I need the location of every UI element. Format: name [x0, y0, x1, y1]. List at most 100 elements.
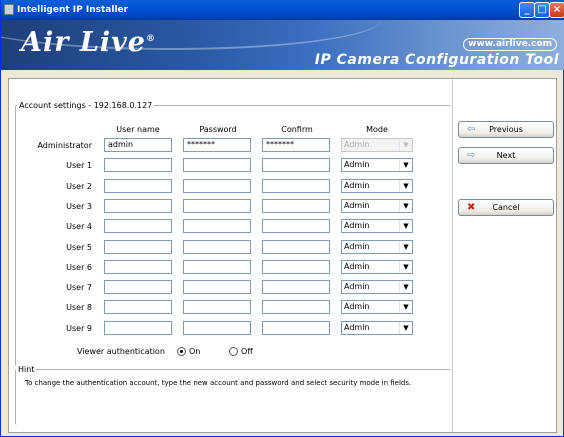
mode-select[interactable]: Admin ▼	[341, 199, 413, 213]
mode-select-value: Admin	[344, 323, 370, 332]
confirm-field[interactable]	[262, 321, 330, 335]
username-field[interactable]	[104, 240, 172, 254]
password-field[interactable]	[183, 219, 251, 233]
viewer-auth-on-radio[interactable]	[177, 347, 186, 356]
username-field[interactable]	[104, 219, 172, 233]
row-label: User 3	[66, 202, 92, 211]
row-label: User 8	[66, 303, 92, 312]
app-icon	[4, 4, 14, 15]
confirm-field[interactable]	[262, 158, 330, 172]
previous-button-label: Previous	[489, 125, 523, 134]
username-field[interactable]	[104, 321, 172, 335]
chevron-down-icon: ▼	[399, 281, 412, 293]
confirm-field[interactable]	[262, 199, 330, 213]
row-label: User 4	[66, 222, 92, 231]
password-field[interactable]	[183, 260, 251, 274]
next-button[interactable]: ⇨ Next	[458, 147, 554, 164]
account-settings-legend: Account settings - 192.168.0.127	[19, 101, 153, 110]
chevron-down-icon: ▼	[399, 200, 412, 212]
mode-select-value: Admin	[344, 160, 370, 169]
website-link: www.airlive.com	[463, 38, 557, 51]
maximize-button[interactable]: □	[534, 2, 550, 18]
cancel-button-label: Cancel	[492, 203, 520, 212]
chevron-down-icon: ▼	[399, 139, 412, 151]
viewer-auth-on-label[interactable]: On	[189, 347, 200, 356]
column-header-password: Password	[199, 125, 237, 134]
username-field[interactable]	[104, 199, 172, 213]
password-field[interactable]	[183, 199, 251, 213]
mode-select-value: Admin	[344, 221, 370, 230]
installer-window: Intelligent IP Installer _ □ × Air Live®…	[0, 0, 564, 437]
mode-select[interactable]: Admin ▼	[341, 260, 413, 274]
previous-button[interactable]: ⇦ Previous	[458, 121, 554, 138]
mode-select: Admin ▼	[341, 138, 413, 152]
row-label: User 6	[66, 263, 92, 272]
mode-select-value: Admin	[344, 282, 370, 291]
viewer-auth-off-label[interactable]: Off	[241, 347, 253, 356]
password-field[interactable]	[183, 158, 251, 172]
title-bar[interactable]: Intelligent IP Installer _ □ ×	[1, 0, 564, 20]
confirm-field[interactable]	[262, 240, 330, 254]
mode-select[interactable]: Admin ▼	[341, 280, 413, 294]
row-label: User 9	[66, 324, 92, 333]
chevron-down-icon: ▼	[399, 261, 412, 273]
cancel-button[interactable]: ✖ Cancel	[458, 199, 554, 216]
airlive-logo: Air Live®	[21, 27, 156, 58]
mode-select-value: Admin	[344, 201, 370, 210]
chevron-down-icon: ▼	[399, 301, 412, 313]
password-field[interactable]: *******	[183, 138, 251, 152]
chevron-down-icon: ▼	[399, 159, 412, 171]
confirm-field[interactable]	[262, 179, 330, 193]
username-field[interactable]	[104, 179, 172, 193]
chevron-down-icon: ▼	[399, 241, 412, 253]
minimize-button[interactable]: _	[519, 2, 535, 18]
row-label: User 5	[66, 243, 92, 252]
password-field[interactable]	[183, 321, 251, 335]
password-field[interactable]	[183, 179, 251, 193]
confirm-field[interactable]	[262, 280, 330, 294]
column-header-confirm: Confirm	[281, 125, 313, 134]
arrow-right-icon: ⇨	[467, 150, 476, 161]
arrow-left-icon: ⇦	[467, 124, 476, 135]
confirm-field[interactable]	[262, 219, 330, 233]
row-label: User 7	[66, 283, 92, 292]
username-field[interactable]: admin	[104, 138, 172, 152]
mode-select-value: Admin	[344, 242, 370, 251]
mode-select[interactable]: Admin ▼	[341, 300, 413, 314]
confirm-field[interactable]: *******	[262, 138, 330, 152]
password-field[interactable]	[183, 280, 251, 294]
viewer-auth-off-radio[interactable]	[229, 347, 238, 356]
column-header-mode: Mode	[366, 125, 388, 134]
mode-select-value: Admin	[344, 140, 370, 149]
row-label: User 2	[66, 182, 92, 191]
mode-select[interactable]: Admin ▼	[341, 240, 413, 254]
hint-text: To change the authentication account, ty…	[25, 379, 412, 387]
confirm-field[interactable]	[262, 300, 330, 314]
username-field[interactable]	[104, 300, 172, 314]
chevron-down-icon: ▼	[399, 220, 412, 232]
mode-select[interactable]: Admin ▼	[341, 219, 413, 233]
close-button[interactable]: ×	[549, 2, 564, 18]
confirm-field[interactable]	[262, 260, 330, 274]
window-title: Intelligent IP Installer	[17, 5, 129, 15]
hint-legend: Hint	[18, 365, 35, 374]
mode-select[interactable]: Admin ▼	[341, 179, 413, 193]
column-header-username: User name	[116, 125, 160, 134]
password-field[interactable]	[183, 240, 251, 254]
username-field[interactable]	[104, 280, 172, 294]
username-field[interactable]	[104, 260, 172, 274]
brand-banner: Air Live® www.airlive.com IP Camera Conf…	[1, 20, 564, 70]
password-field[interactable]	[183, 300, 251, 314]
mode-select[interactable]: Admin ▼	[341, 321, 413, 335]
mode-select-value: Admin	[344, 302, 370, 311]
viewer-auth-label: Viewer authentication	[77, 347, 165, 356]
mode-select-value: Admin	[344, 262, 370, 271]
hint-group: Hint	[15, 365, 451, 425]
row-label: User 1	[66, 161, 92, 170]
mode-select[interactable]: Admin ▼	[341, 158, 413, 172]
panel-divider	[452, 79, 453, 432]
username-field[interactable]	[104, 158, 172, 172]
tool-title: IP Camera Configuration Tool	[314, 52, 559, 68]
next-button-label: Next	[496, 151, 516, 160]
chevron-down-icon: ▼	[399, 180, 412, 192]
